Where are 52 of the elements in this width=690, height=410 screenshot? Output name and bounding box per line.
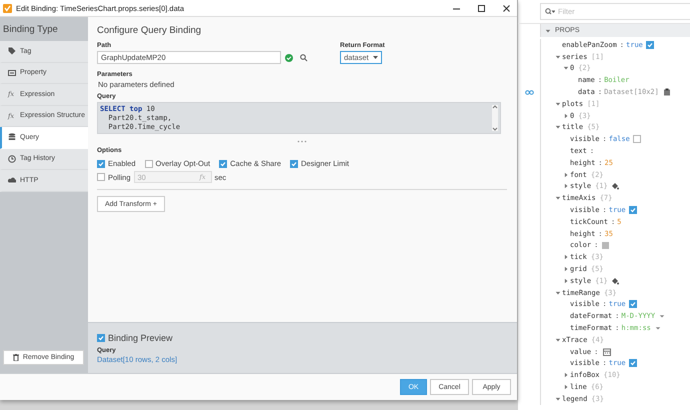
scroll-down-icon[interactable]: [492, 127, 498, 131]
caret-icon[interactable]: [554, 124, 560, 130]
section-heading: Configure Query Binding: [97, 25, 202, 36]
color-swatch[interactable]: [602, 242, 610, 249]
trash-icon: [12, 354, 19, 361]
caret-icon[interactable]: [562, 278, 568, 284]
checkbox[interactable]: [97, 160, 105, 168]
scrollbar[interactable]: [492, 105, 498, 131]
resize-handle-icon[interactable]: [297, 140, 307, 143]
sidebar-title: Binding Type: [2, 22, 59, 36]
search-icon: [545, 8, 555, 15]
caret-icon[interactable]: [554, 396, 560, 402]
caret-icon[interactable]: [554, 336, 560, 343]
caret-icon[interactable]: [562, 266, 568, 272]
scroll-up-icon[interactable]: [492, 105, 498, 109]
checkbox[interactable]: [628, 206, 637, 214]
checkbox[interactable]: [97, 334, 105, 342]
tag-icon: [8, 47, 16, 56]
checkbox[interactable]: [290, 160, 298, 168]
caret-icon[interactable]: [562, 384, 568, 390]
checkbox[interactable]: [219, 160, 228, 168]
paint-bucket-icon[interactable]: [610, 182, 619, 190]
caret-icon: [373, 56, 378, 60]
caret-icon[interactable]: [562, 172, 568, 178]
checkbox[interactable]: [646, 40, 654, 49]
clock-icon: [8, 154, 16, 163]
calendar-icon[interactable]: [603, 348, 612, 356]
checkbox-label: Binding Preview: [108, 333, 173, 343]
paint-bucket-icon[interactable]: [610, 276, 619, 285]
search-icon[interactable]: [300, 54, 309, 62]
caret-icon[interactable]: [554, 100, 560, 107]
caret-icon[interactable]: [554, 195, 560, 202]
caret-icon[interactable]: [562, 65, 568, 72]
maximize-icon[interactable]: [477, 4, 486, 12]
checkbox[interactable]: [632, 135, 641, 144]
caret-icon[interactable]: [562, 112, 568, 119]
checkbox[interactable]: [628, 359, 637, 368]
app-logo-icon: [3, 4, 12, 12]
caret-icon[interactable]: [562, 254, 568, 260]
cloud-icon: [8, 176, 16, 184]
property-icon: [8, 68, 16, 77]
checkbox[interactable]: [144, 160, 153, 168]
caret-icon[interactable]: [562, 183, 568, 190]
clipboard-icon[interactable]: [662, 88, 671, 96]
caret-icon[interactable]: [545, 28, 551, 34]
checkbox[interactable]: [628, 300, 637, 308]
caret-icon[interactable]: [554, 54, 560, 60]
valid-check-icon: [285, 54, 293, 62]
caret-icon[interactable]: [562, 372, 568, 378]
database-icon: [8, 133, 16, 142]
close-icon[interactable]: [502, 4, 511, 12]
caret-icon[interactable]: [554, 290, 560, 296]
